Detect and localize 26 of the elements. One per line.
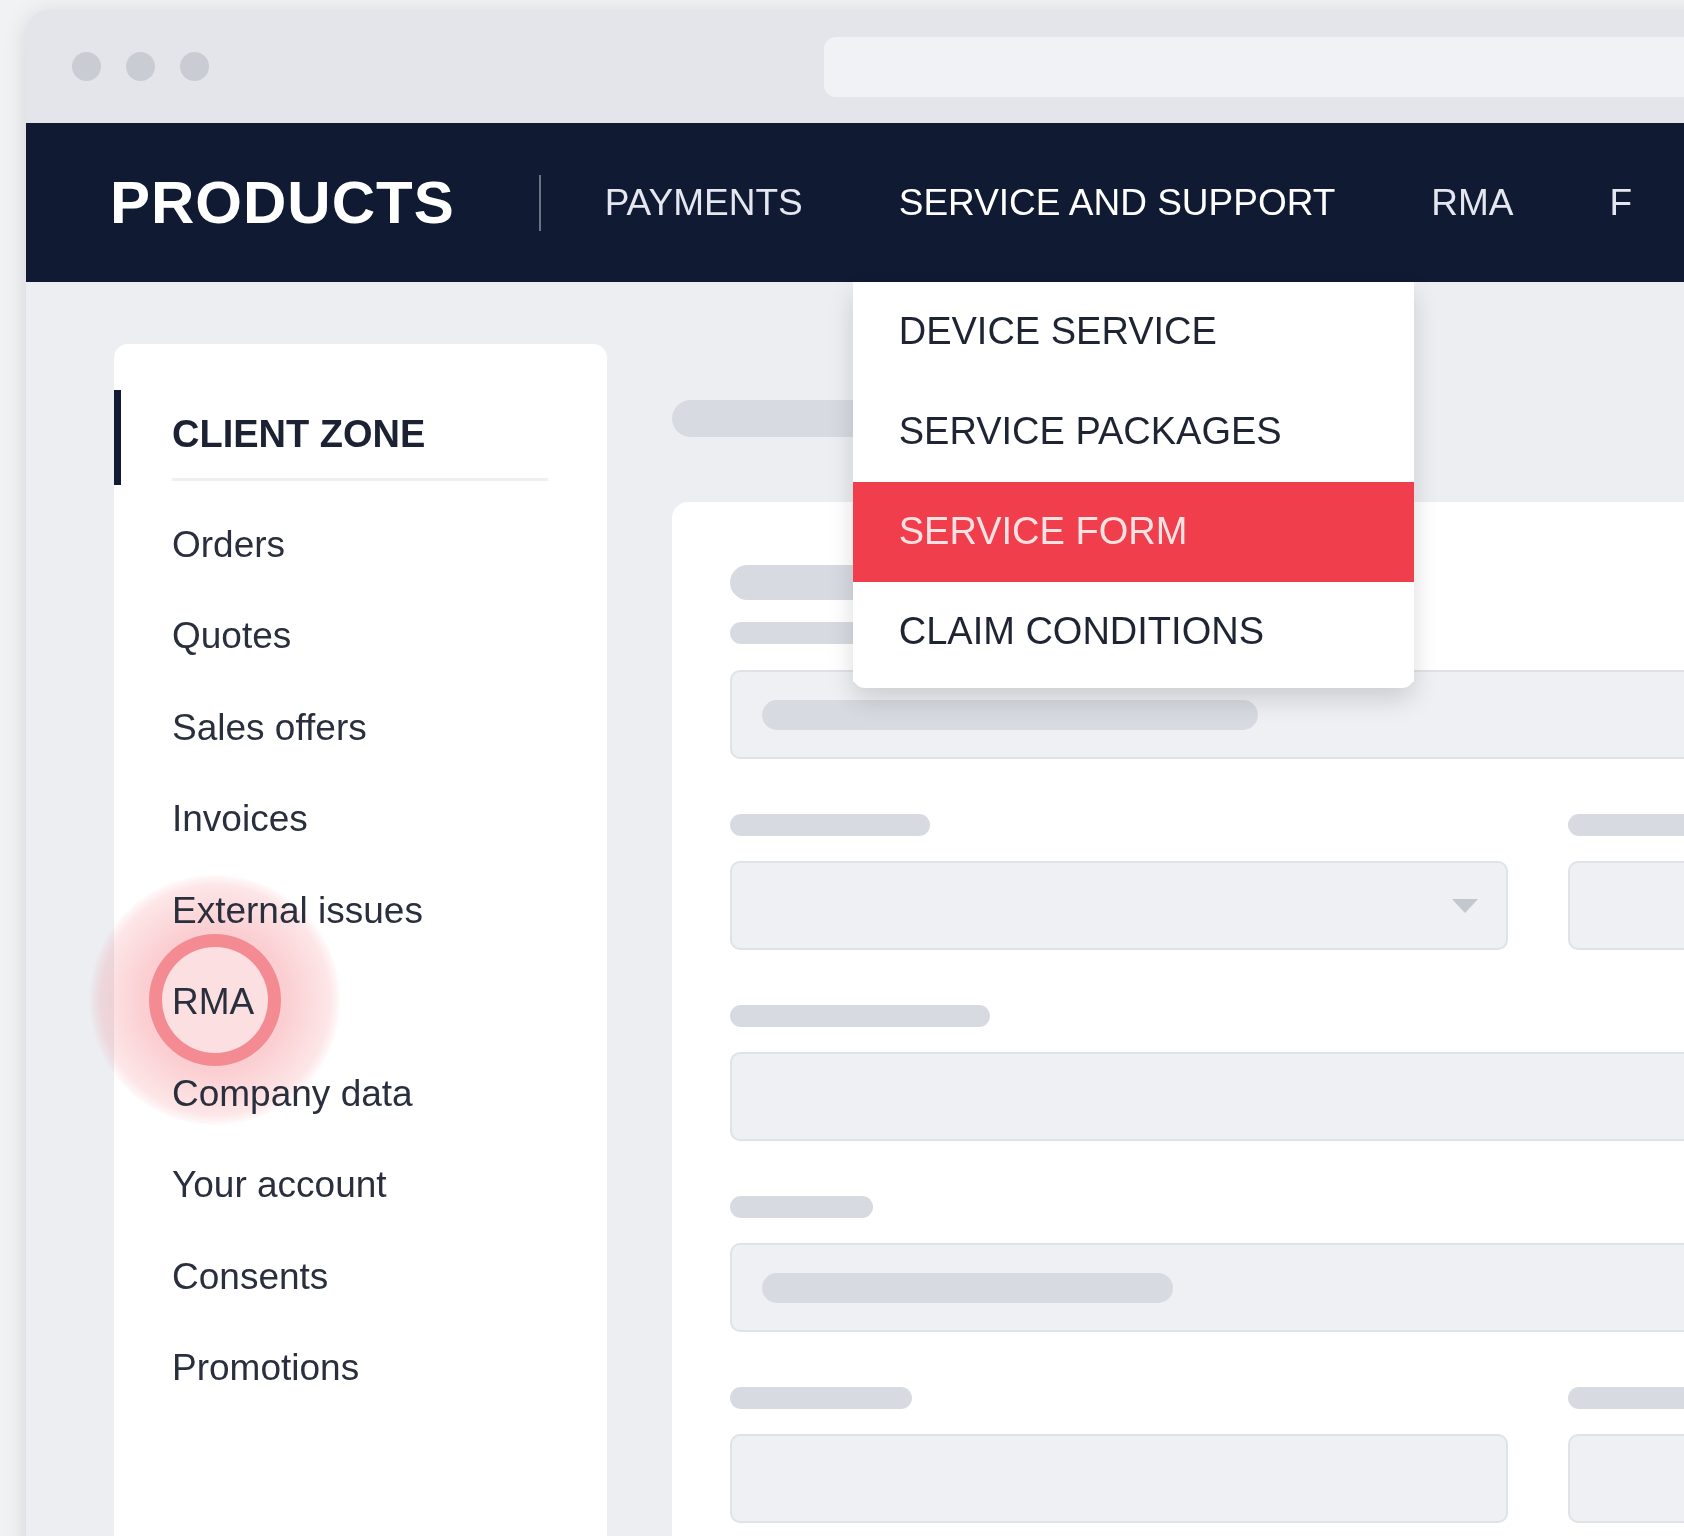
skeleton-field[interactable] bbox=[730, 1243, 1684, 1332]
sidebar-link[interactable]: Your account bbox=[172, 1164, 387, 1207]
nav-link[interactable]: PAYMENTS bbox=[604, 181, 803, 223]
sidebar-link[interactable]: Company data bbox=[172, 1072, 413, 1115]
skeleton-field[interactable] bbox=[730, 1052, 1684, 1141]
menu-item[interactable]: SERVICE PACKAGES bbox=[852, 381, 1414, 482]
sidebar-link[interactable]: Quotes bbox=[172, 615, 292, 658]
nav-link[interactable]: RMA bbox=[1431, 181, 1514, 223]
skeleton-select[interactable] bbox=[730, 861, 1508, 950]
nav-link[interactable]: SERVICE AND SUPPORT bbox=[898, 181, 1336, 223]
sidebar-link[interactable]: Consents bbox=[172, 1255, 329, 1298]
nav-link[interactable]: F bbox=[1609, 181, 1633, 223]
menu-item[interactable]: DEVICE SERVICE bbox=[852, 281, 1414, 382]
window-control-icon[interactable] bbox=[72, 52, 101, 81]
skeleton-field[interactable] bbox=[730, 1434, 1508, 1523]
sidebar-link[interactable]: Sales offers bbox=[172, 706, 367, 749]
sidebar-link[interactable]: Promotions bbox=[172, 1347, 360, 1390]
sidebar-title: CLIENT ZONE bbox=[172, 390, 548, 481]
window-control-icon[interactable] bbox=[126, 52, 155, 81]
brand-title: PRODUCTS bbox=[110, 168, 455, 237]
sidebar-link[interactable]: Orders bbox=[172, 523, 286, 566]
window-control-icon[interactable] bbox=[180, 52, 209, 81]
sidebar-link[interactable]: Invoices bbox=[172, 798, 308, 841]
caret-icon bbox=[1450, 897, 1480, 915]
sidebar-link[interactable]: External issues bbox=[172, 889, 423, 932]
menu-item[interactable]: CLAIM CONDITIONS bbox=[852, 581, 1414, 682]
